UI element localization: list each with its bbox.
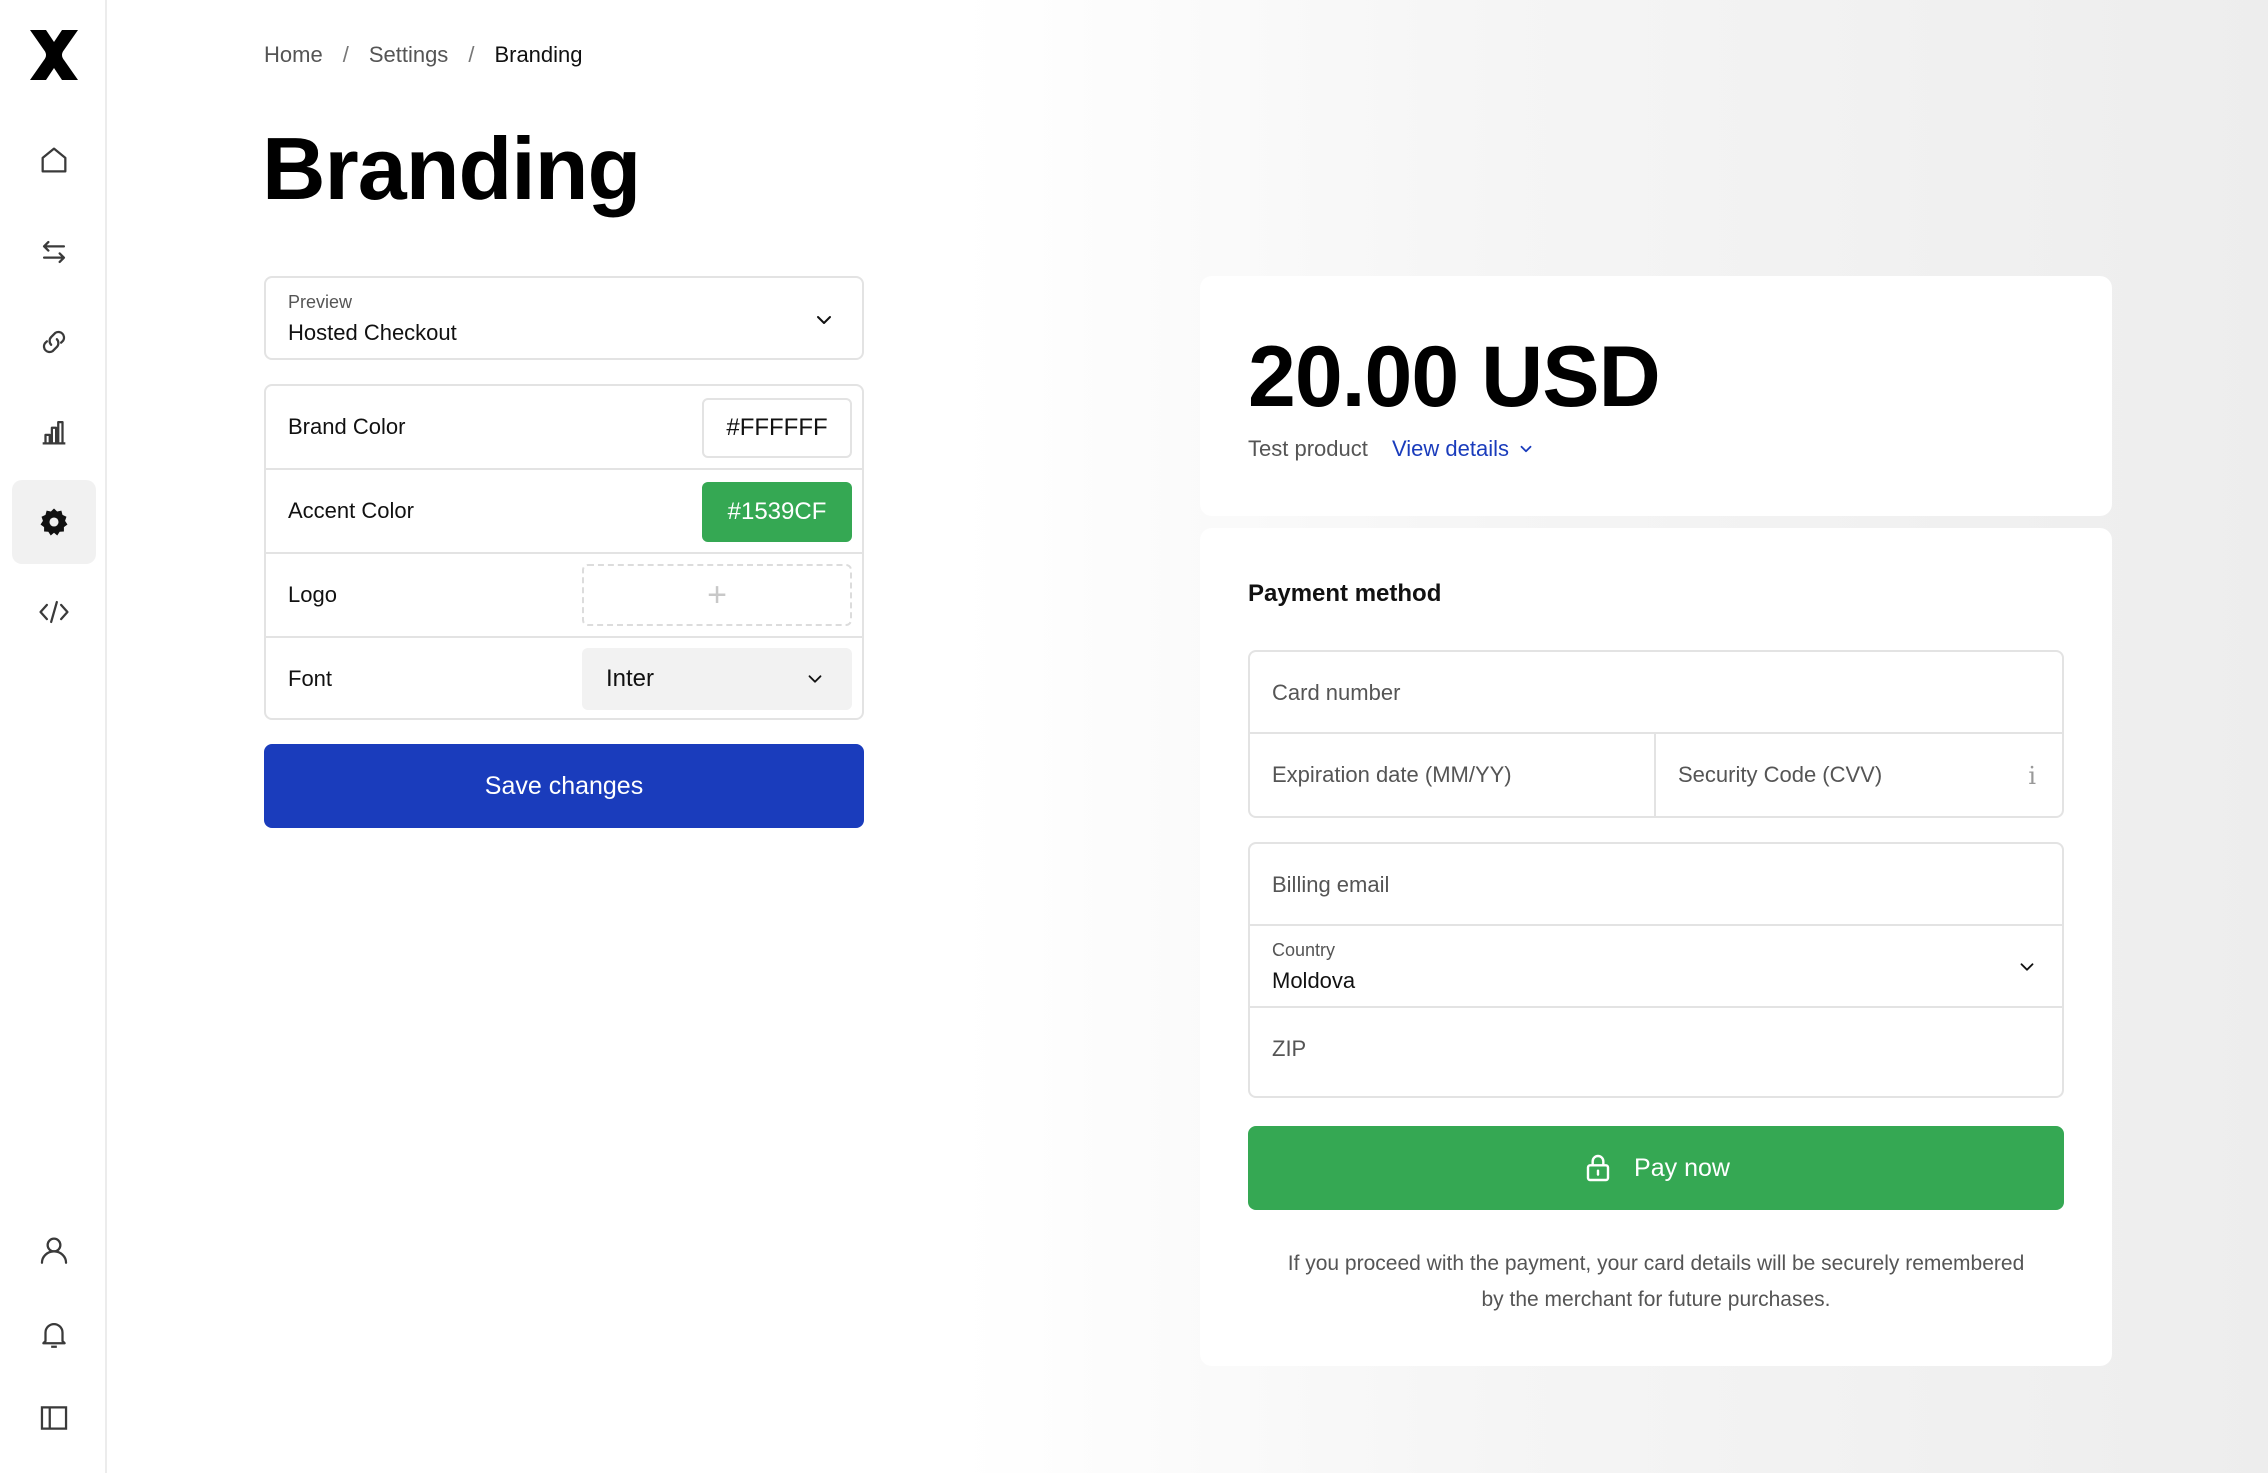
billing-email-field[interactable]: Billing email [1250, 844, 2062, 926]
font-select[interactable]: Inter [582, 648, 852, 710]
sidebar-item-links[interactable] [12, 300, 96, 384]
logo-upload-dropzone[interactable]: + [582, 564, 852, 626]
brand-x-logo[interactable] [26, 28, 82, 82]
payment-card: Payment method Card number Expiration da… [1200, 528, 2112, 1366]
sidebar [0, 0, 107, 1473]
sidebar-item-notifications[interactable] [12, 1292, 96, 1376]
analytics-icon [42, 420, 66, 445]
settings-icon [40, 508, 68, 536]
font-row: Font Inter [266, 638, 862, 722]
font-label: Font [288, 666, 333, 691]
user-icon [40, 1237, 68, 1264]
view-details-label: View details [1392, 436, 1509, 461]
card-fields-group: Card number Expiration date (MM/YY) Secu… [1248, 650, 2064, 818]
home-icon [41, 147, 67, 173]
sidebar-item-account[interactable] [12, 1208, 96, 1292]
accent-color-input[interactable]: #1539CF [702, 482, 852, 542]
breadcrumb-separator: / [342, 42, 349, 67]
billing-email-placeholder: Billing email [1272, 872, 1390, 897]
lock-icon [1586, 1154, 1610, 1182]
pay-now-label: Pay now [1634, 1153, 1730, 1182]
country-label: Country [1272, 940, 1336, 960]
info-icon[interactable]: i [2028, 762, 2036, 790]
font-value: Inter [606, 665, 655, 692]
breadcrumb-separator: / [468, 42, 475, 67]
page-title: Branding [262, 119, 641, 218]
pay-now-button[interactable]: Pay now [1248, 1126, 2064, 1210]
expiration-date-field[interactable]: Expiration date (MM/YY) [1250, 734, 1656, 816]
branding-settings-card: Brand Color #FFFFFF Accent Color #1539CF… [264, 384, 864, 720]
chevron-down-icon [1520, 445, 1532, 453]
expiration-date-placeholder: Expiration date (MM/YY) [1272, 762, 1512, 787]
product-name: Test product [1248, 436, 1368, 461]
sidebar-toggle-icon [40, 1406, 68, 1430]
brand-color-row: Brand Color #FFFFFF [266, 386, 862, 470]
breadcrumb-home[interactable]: Home [264, 42, 323, 68]
accent-color-row: Accent Color #1539CF [266, 470, 862, 554]
disclaimer-line: If you proceed with the payment, your ca… [1287, 1252, 2025, 1275]
preview-label: Preview [288, 292, 353, 312]
sidebar-item-transactions[interactable] [12, 210, 96, 294]
preview-value: Hosted Checkout [288, 320, 457, 345]
link-icon [42, 330, 66, 354]
payment-disclaimer: If you proceed with the payment, your ca… [1248, 1246, 2064, 1318]
breadcrumb-settings[interactable]: Settings [369, 42, 449, 68]
security-code-field[interactable]: Security Code (CVV) i [1656, 734, 2062, 816]
billing-fields-group: Billing email Country Moldova ZIP [1248, 842, 2064, 1098]
accent-color-label: Accent Color [288, 498, 414, 523]
brand-color-input[interactable]: #FFFFFF [702, 398, 852, 458]
view-details-link[interactable]: View details [1392, 436, 1535, 462]
card-number-field[interactable]: Card number [1250, 652, 2062, 734]
code-icon [39, 600, 69, 624]
breadcrumb-current: Branding [494, 42, 583, 67]
country-select[interactable]: Country Moldova [1250, 926, 2062, 1008]
logo-label: Logo [288, 582, 337, 607]
save-changes-button[interactable]: Save changes [264, 744, 864, 828]
preview-select[interactable]: Preview Hosted Checkout [264, 276, 864, 360]
zip-field[interactable]: ZIP [1250, 1008, 2062, 1090]
sidebar-item-settings[interactable] [12, 480, 96, 564]
payment-method-heading: Payment method [1248, 580, 1442, 607]
breadcrumb: Home / Settings / Branding [264, 40, 583, 70]
checkout-amount: 20.00 USD [1248, 329, 1661, 425]
checkout-summary-card: 20.00 USD Test product View details [1200, 276, 2112, 516]
sidebar-item-home[interactable] [12, 118, 96, 202]
logo-row: Logo + [266, 554, 862, 638]
transactions-icon [42, 240, 66, 264]
sidebar-item-analytics[interactable] [12, 390, 96, 474]
security-code-placeholder: Security Code (CVV) [1678, 762, 1883, 787]
sidebar-item-developers[interactable] [12, 570, 96, 654]
sidebar-item-collapse[interactable] [12, 1376, 96, 1460]
chevron-down-icon [2020, 963, 2034, 971]
country-value: Moldova [1272, 968, 1356, 993]
disclaimer-line: by the merchant for future purchases. [1481, 1288, 1831, 1311]
zip-placeholder: ZIP [1272, 1036, 1307, 1061]
chevron-down-icon [817, 316, 831, 324]
brand-color-label: Brand Color [288, 414, 406, 439]
plus-icon: + [707, 575, 727, 614]
chevron-down-icon [808, 675, 822, 683]
card-number-placeholder: Card number [1272, 680, 1401, 705]
bell-icon [42, 1323, 66, 1348]
